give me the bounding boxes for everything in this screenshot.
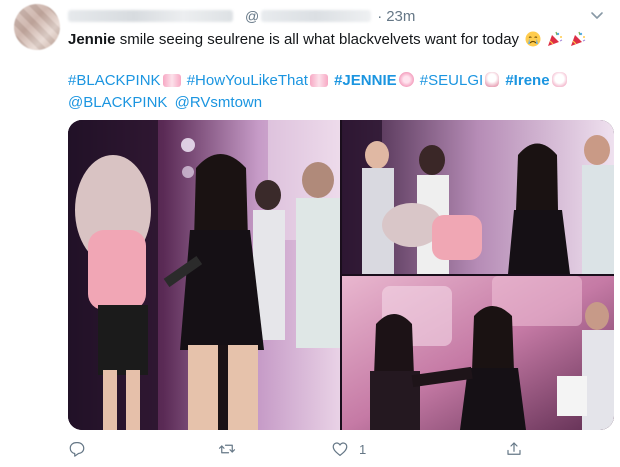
avatar[interactable]: [14, 4, 60, 50]
like-icon: [332, 442, 348, 456]
retweet-button[interactable]: [218, 440, 246, 458]
tweet-header: @ · 23m: [68, 6, 415, 26]
tweet-text: Jennie smile seeing seulrene is all what…: [68, 30, 608, 50]
hashtag-howyoulikethat[interactable]: #HowYouLikeThat: [187, 72, 308, 89]
like-button[interactable]: 1: [331, 440, 366, 458]
media-photo-1[interactable]: [68, 120, 340, 430]
mention-blackpink[interactable]: @BLACKPINK: [68, 94, 167, 111]
seulgi-hashflag-icon: [485, 72, 500, 87]
tweet-text-body: smile seeing seulrene is all what blackv…: [115, 31, 520, 48]
tweet-hashtags: #BLACKPINK #HowYouLikeThat #JENNIE #SEUL…: [68, 70, 608, 114]
share-icon: [507, 442, 521, 455]
like-count: 1: [359, 441, 367, 457]
crying-face-emoji-icon: [525, 31, 541, 47]
irene-hashflag-icon: [551, 72, 567, 87]
hashtag-blackpink[interactable]: #BLACKPINK: [68, 72, 161, 89]
party-popper-emoji-icon: [547, 31, 563, 47]
blackpink-hashflag-icon: [162, 74, 181, 87]
share-button[interactable]: [505, 440, 533, 458]
jennie-hashflag-icon: [398, 72, 414, 87]
tweet-actions: 1: [68, 440, 608, 462]
author-name-blurred[interactable]: [68, 10, 233, 22]
mention-rvsmtown[interactable]: @RVsmtown: [175, 94, 262, 111]
blackpink-hashflag-icon-2: [309, 74, 328, 87]
retweet-icon: [218, 444, 236, 454]
hashtag-jennie[interactable]: #JENNIE: [334, 72, 397, 89]
reply-button[interactable]: [68, 440, 96, 458]
reply-icon: [69, 442, 85, 457]
media-photo-2[interactable]: [342, 120, 614, 274]
caret-down-icon[interactable]: [588, 6, 606, 24]
hashtag-seulgi[interactable]: #SEULGI: [420, 72, 483, 89]
hashtag-irene[interactable]: #Irene: [505, 72, 549, 89]
tweet-media-grid: [68, 120, 614, 430]
author-handle-blurred[interactable]: [261, 10, 372, 22]
tweet[interactable]: @ · 23m Jennie smile seeing seulrene is …: [0, 0, 620, 467]
party-popper-emoji-icon-2: [570, 31, 586, 47]
timestamp[interactable]: 23m: [386, 8, 415, 25]
media-photo-3[interactable]: [342, 276, 614, 430]
handle-prefix: @: [245, 8, 260, 24]
tweet-text-bold-name: Jennie: [68, 31, 116, 48]
timestamp-separator: ·: [377, 7, 383, 25]
